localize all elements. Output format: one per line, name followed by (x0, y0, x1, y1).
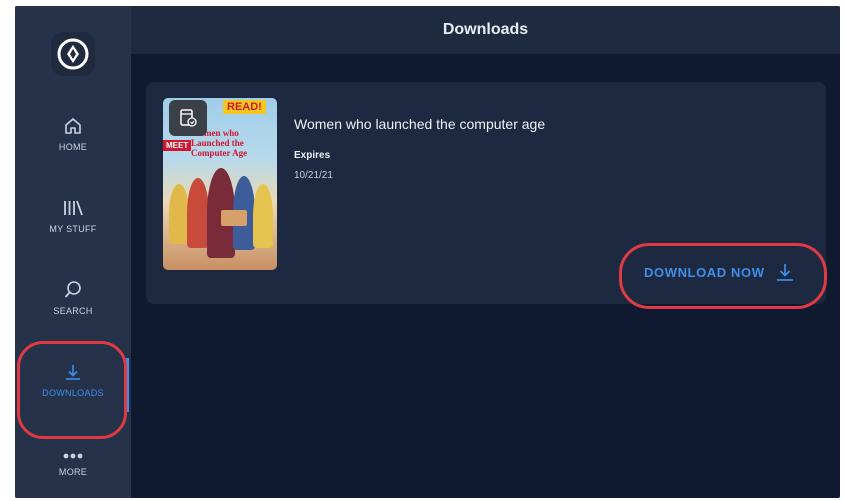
logo-icon (57, 38, 89, 70)
sidebar-item-label: SEARCH (53, 306, 93, 316)
book-cover[interactable]: READ! MEET Women who Launched the Comput… (163, 98, 277, 270)
expires-date: 10/21/21 (294, 170, 333, 181)
sidebar-item-label: MY STUFF (49, 224, 97, 234)
sidebar-item-search[interactable]: SEARCH (15, 263, 131, 333)
offline-book-icon (180, 109, 197, 127)
active-indicator (126, 358, 129, 412)
sidebar-item-more[interactable]: MORE (15, 429, 131, 498)
download-icon (776, 264, 793, 281)
page-title: Downloads (442, 21, 529, 38)
sidebar-item-label: HOME (58, 142, 88, 152)
sidebar-item-label: MORE (58, 467, 88, 477)
download-now-button[interactable]: DOWNLOAD NOW (644, 262, 795, 282)
sidebar: HOME MY STUFF SEARCH DOWNLOADS MORE (15, 6, 131, 498)
cover-figure (169, 184, 189, 244)
sidebar-item-my-stuff[interactable]: MY STUFF (15, 181, 131, 251)
search-icon (64, 281, 81, 298)
expires-label: Expires (294, 150, 331, 161)
offline-badge (169, 100, 207, 136)
library-icon (64, 200, 83, 216)
sidebar-item-label: DOWNLOADS (42, 388, 104, 398)
download-icon (66, 365, 80, 380)
page-header: Downloads (131, 6, 840, 54)
sidebar-item-downloads[interactable]: DOWNLOADS (15, 345, 131, 415)
cover-figure (187, 178, 209, 248)
more-icon (63, 453, 83, 459)
app-logo[interactable] (51, 32, 95, 76)
app-window: HOME MY STUFF SEARCH DOWNLOADS MORE Down… (15, 6, 840, 498)
download-now-label: DOWNLOAD NOW (644, 264, 765, 280)
book-title[interactable]: Women who launched the computer age (294, 116, 545, 132)
sidebar-item-home[interactable]: HOME (15, 99, 131, 169)
cover-tag: READ! (223, 100, 266, 114)
home-icon (65, 118, 81, 134)
cover-figure (253, 184, 273, 248)
download-card: READ! MEET Women who Launched the Comput… (146, 82, 826, 304)
cover-box (221, 210, 247, 226)
cover-meet-label: MEET (163, 140, 192, 151)
